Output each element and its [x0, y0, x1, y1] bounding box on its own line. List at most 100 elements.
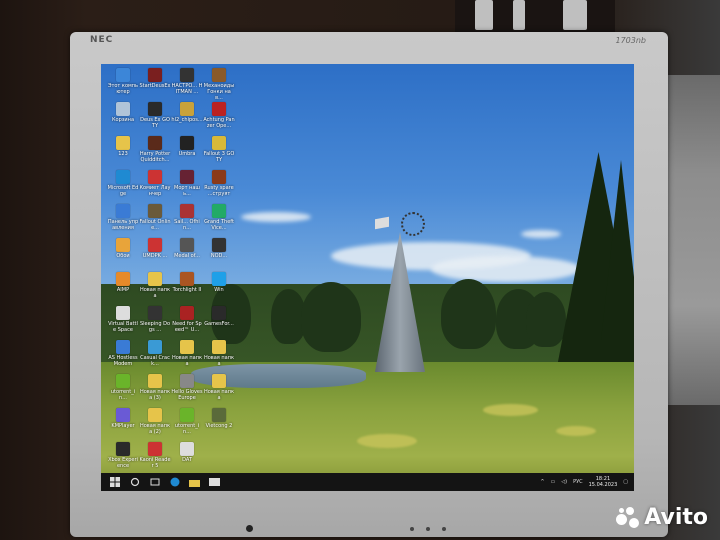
language-indicator[interactable]: РУС — [573, 479, 583, 485]
cloud — [431, 256, 581, 282]
wind-wheel — [401, 212, 425, 236]
monitor-button[interactable] — [410, 527, 414, 531]
desktop-icon[interactable]: Achtung Panzer Ope... — [203, 102, 235, 129]
app-icon — [116, 102, 130, 116]
volume-icon[interactable]: ◁) — [561, 479, 567, 485]
monitor-model: 1703nb — [615, 36, 646, 45]
desktop-icon[interactable]: Sleeping Dogs ... — [139, 306, 171, 333]
desktop-icon[interactable]: Need for Speed™ U... — [171, 306, 203, 333]
desktop-icon-label: Fallout 3 GOTY — [203, 151, 235, 163]
desktop-icon[interactable]: Новая папка (2) — [139, 408, 171, 435]
desktop-icon[interactable]: Torchlight II — [171, 272, 203, 293]
desktop-icon[interactable]: Hello Gloves Europe — [171, 374, 203, 401]
desktop-icon-label: Новая папка — [203, 389, 235, 401]
power-button[interactable] — [246, 525, 253, 532]
desktop-icon[interactable]: Umbra — [171, 136, 203, 157]
desktop-icon[interactable]: НАСТРО... HITMAN ... — [171, 68, 203, 95]
desktop-icon[interactable]: Обои — [107, 238, 139, 259]
desktop-icon[interactable]: 123 — [107, 136, 139, 157]
mail-taskbar-button[interactable] — [208, 476, 221, 489]
desktop-icon[interactable]: Этот компьютер — [107, 68, 139, 95]
desktop-icon[interactable]: Harry Potter Quidditch... — [139, 136, 171, 163]
desktop-icon[interactable]: Fallout 3 GOTY — [203, 136, 235, 163]
desktop-icon[interactable]: utorrent_in... — [107, 374, 139, 401]
desktop-icon[interactable]: Deus Ex GOTY — [139, 102, 171, 129]
tree — [441, 279, 496, 349]
chevron-up-icon[interactable]: ^ — [540, 479, 544, 485]
app-icon — [212, 408, 226, 422]
app-icon — [212, 204, 226, 218]
desktop-icon[interactable]: Новая папка (3) — [139, 374, 171, 401]
task-view-button[interactable] — [148, 476, 161, 489]
desktop-icon[interactable]: hl2_chipos... — [171, 102, 203, 123]
app-icon — [212, 102, 226, 116]
monitor-button[interactable] — [426, 527, 430, 531]
desktop-icon-label: hl2_chipos... — [171, 117, 203, 123]
desktop-icon-label: Casual Crack... — [140, 355, 170, 367]
desktop-icon[interactable]: Medal of... — [171, 238, 203, 259]
desktop-icon-label: Microsoft Edge — [107, 185, 139, 197]
app-icon — [180, 68, 194, 82]
desktop-icon[interactable]: Win — [203, 272, 235, 293]
app-icon — [116, 204, 130, 218]
desktop-icon-label: Панель управления — [107, 219, 139, 231]
desktop-icon[interactable]: StartDeusEx — [139, 68, 171, 89]
desktop-icon[interactable]: Комиет Лаунчер — [139, 170, 171, 197]
app-icon — [212, 306, 226, 320]
desktop-icon-label: Sleeping Dogs ... — [139, 321, 171, 333]
desktop-icon[interactable]: Casual Crack... — [139, 340, 171, 367]
desktop-icon-label: Fallout Online... — [139, 219, 171, 231]
desktop-icon[interactable]: Kaoni Reader 5 — [139, 442, 171, 469]
edge-taskbar-button[interactable] — [168, 476, 181, 489]
start-button[interactable] — [108, 476, 121, 489]
desktop-icon[interactable]: Новая папка — [139, 272, 171, 299]
app-icon — [212, 68, 226, 82]
desktop-icon-label: Harry Potter Quidditch... — [139, 151, 171, 163]
clock-date: 15.04.2023 — [588, 482, 618, 488]
desktop-icon[interactable]: Vietcong 2 — [203, 408, 235, 429]
desktop-icon[interactable]: Новая папка — [171, 340, 203, 367]
desktop-icon[interactable]: AIMP — [107, 272, 139, 293]
desktop-icon[interactable]: Xbox Experience — [107, 442, 139, 469]
monitor-button[interactable] — [442, 527, 446, 531]
desktop-icon[interactable]: Новая папка — [203, 340, 235, 367]
app-icon — [180, 374, 194, 388]
desktop-icon[interactable]: NOD... — [203, 238, 235, 259]
app-icon — [148, 272, 162, 286]
desktop-icon-label: Grand Theft Vice... — [204, 219, 234, 231]
app-icon — [116, 238, 130, 252]
desktop-icon[interactable]: Microsoft Edge — [107, 170, 139, 197]
app-icon — [116, 408, 130, 422]
desktop-icon-label: Medal of... — [174, 253, 200, 259]
desktop-icon-label: Новая папка (2) — [139, 423, 171, 435]
desktop-icon[interactable]: Механоиды Гонки на в... — [203, 68, 235, 101]
mail-icon — [209, 478, 220, 486]
shelf-object — [563, 0, 587, 30]
desktop-icon[interactable]: Fallout Online... — [139, 204, 171, 231]
desktop-icon[interactable]: Новая папка — [203, 374, 235, 401]
desktop-icon[interactable]: Grand Theft Vice... — [203, 204, 235, 231]
tree — [301, 282, 361, 352]
desktop-icon[interactable]: KMPlayer — [107, 408, 139, 429]
flowers — [556, 426, 596, 436]
clock[interactable]: 18:21 15.04.2023 — [589, 476, 618, 488]
desktop-icon[interactable]: utorrent_in... — [171, 408, 203, 435]
network-icon[interactable]: ▭ — [551, 479, 556, 485]
desktop-icon[interactable]: UMDPK ... — [139, 238, 171, 259]
desktop-icon[interactable]: AS Hostless Modem — [107, 340, 139, 367]
desktop-icon[interactable]: DAT — [171, 442, 203, 463]
app-icon — [148, 204, 162, 218]
desktop-icon[interactable]: Sail... Ofhin... — [171, 204, 203, 231]
search-button[interactable] — [128, 476, 141, 489]
notification-icon[interactable]: ▢ — [623, 479, 628, 485]
desktop-icon[interactable]: Корзина — [107, 102, 139, 123]
desktop-icon[interactable]: Rusty spare ...струят — [203, 170, 235, 197]
desktop-icon[interactable]: Панель управления — [107, 204, 139, 231]
desktop-icon[interactable]: Virtual Battle Space — [107, 306, 139, 333]
desktop-icon-label: Морт нашь... — [174, 185, 200, 197]
desktop-icon[interactable]: Морт нашь... — [171, 170, 203, 197]
desktop-icon[interactable]: GamesFor... — [203, 306, 235, 327]
desktop-icon-label: Этот компьютер — [107, 83, 139, 95]
explorer-taskbar-button[interactable] — [188, 476, 201, 489]
app-icon — [116, 374, 130, 388]
